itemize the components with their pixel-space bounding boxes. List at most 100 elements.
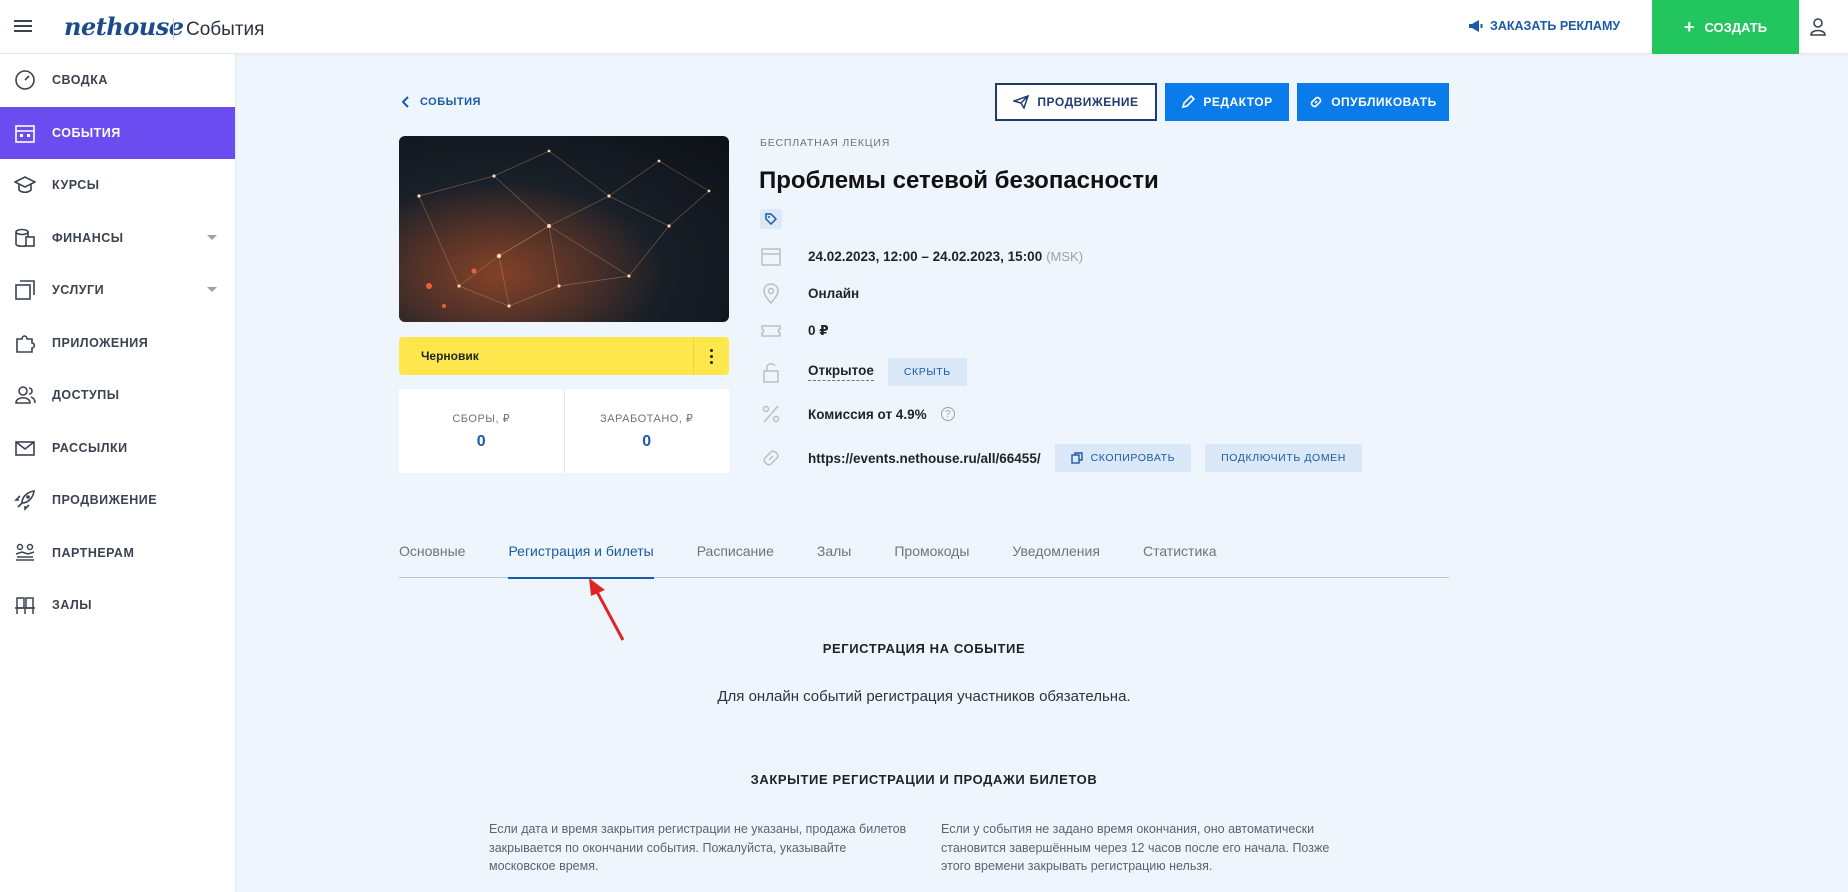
event-location-row: Онлайн — [760, 282, 859, 304]
tab-registration-tickets[interactable]: Регистрация и билеты — [508, 537, 654, 579]
dashboard-icon — [15, 70, 35, 91]
status-dropdown[interactable]: Черновик — [399, 337, 729, 375]
order-ad-label: ЗАКАЗАТЬ РЕКЛАМУ — [1490, 19, 1621, 33]
calendar-icon — [761, 248, 781, 266]
user-icon[interactable] — [1808, 17, 1828, 37]
sidebar-item-label: КУРСЫ — [52, 178, 100, 193]
publish-label: ОПУБЛИКОВАТЬ — [1331, 95, 1437, 109]
sidebar-item-label: СОБЫТИЯ — [52, 125, 121, 140]
paper-plane-icon — [1013, 95, 1030, 109]
sidebar-item-services[interactable]: УСЛУГИ — [0, 264, 235, 317]
mail-icon — [15, 440, 35, 456]
sidebar-item-label: РАССЫЛКИ — [52, 440, 128, 455]
ticket-icon — [761, 325, 781, 337]
tab-schedule[interactable]: Расписание — [697, 537, 774, 578]
sidebar-item-access[interactable]: ДОСТУПЫ — [0, 369, 235, 422]
logo[interactable]: nethouse — [64, 12, 184, 41]
users-icon — [15, 386, 36, 405]
closing-heading: ЗАКРЫТИЕ РЕГИСТРАЦИИ И ПРОДАЖИ БИЛЕТОВ — [750, 772, 1098, 787]
network-illustration — [399, 136, 729, 322]
sidebar: СВОДКА СОБЫТИЯ КУРСЫ ФИНАНСЫ УСЛУГИ ПРИЛ… — [0, 54, 236, 892]
event-url[interactable]: https://events.nethouse.ru/all/66455/ — [808, 451, 1041, 466]
handshake-icon — [15, 543, 35, 561]
unlock-icon — [763, 363, 779, 383]
event-visibility[interactable]: Открытое — [808, 363, 874, 381]
rocket-icon — [14, 490, 35, 512]
connect-domain-button[interactable]: ПОДКЛЮЧИТЬ ДОМЕН — [1205, 444, 1362, 472]
puzzle-icon — [16, 334, 36, 353]
event-timezone: (MSK) — [1046, 248, 1084, 264]
sidebar-item-apps[interactable]: ПРИЛОЖЕНИЯ — [0, 317, 235, 370]
order-ad-link[interactable]: ЗАКАЗАТЬ РЕКЛАМУ — [1468, 19, 1620, 33]
chevron-down-icon — [207, 234, 217, 240]
back-label: СОБЫТИЯ — [420, 96, 481, 108]
closing-note-left: Если дата и время закрытия регистрации н… — [489, 822, 907, 873]
sidebar-item-label: ПРОДВИЖЕНИЕ — [52, 493, 158, 508]
stat-label: ЗАРАБОТАНО, ₽ — [600, 412, 694, 425]
tab-halls[interactable]: Залы — [817, 537, 851, 578]
stat-value: 0 — [476, 432, 486, 450]
top-header: nethouse События ЗАКАЗАТЬ РЕКЛАМУ + СОЗД… — [0, 0, 1848, 54]
location-pin-icon — [763, 283, 779, 304]
create-button[interactable]: + СОЗДАТЬ — [1652, 0, 1799, 54]
editor-label: РЕДАКТОР — [1203, 95, 1273, 109]
sidebar-item-label: ПРИЛОЖЕНИЯ — [52, 335, 149, 350]
megaphone-icon — [1469, 20, 1483, 32]
sidebar-item-promotion[interactable]: ПРОДВИЖЕНИЕ — [0, 474, 235, 527]
sidebar-item-events[interactable]: СОБЫТИЯ — [0, 106, 235, 159]
sidebar-item-summary[interactable]: СВОДКА — [0, 54, 235, 107]
event-location: Онлайн — [808, 285, 860, 301]
promotion-button[interactable]: ПРОДВИЖЕНИЕ — [995, 83, 1157, 121]
tab-statistics[interactable]: Статистика — [1143, 537, 1217, 578]
event-visibility-row: Открытое СКРЫТЬ — [760, 358, 967, 386]
create-label: СОЗДАТЬ — [1704, 19, 1768, 35]
sidebar-item-courses[interactable]: КУРСЫ — [0, 159, 235, 212]
publish-button[interactable]: ОПУБЛИКОВАТЬ — [1297, 83, 1449, 121]
editor-button[interactable]: РЕДАКТОР — [1165, 83, 1289, 121]
tab-promocodes[interactable]: Промокоды — [894, 537, 969, 578]
back-to-events-link[interactable]: СОБЫТИЯ — [402, 96, 481, 108]
sidebar-item-partners[interactable]: ПАРТНЕРАМ — [0, 527, 235, 580]
registration-heading: РЕГИСТРАЦИЯ НА СОБЫТИЕ — [822, 641, 1026, 656]
annotation-arrow — [589, 578, 625, 641]
percent-icon — [762, 405, 780, 423]
event-tabs: Основные Регистрация и билеты Расписание… — [399, 537, 1449, 579]
seats-icon — [15, 597, 35, 615]
event-cover-image[interactable] — [399, 136, 729, 322]
event-url-row: https://events.nethouse.ru/all/66455/ СК… — [760, 444, 1362, 472]
copy-button[interactable]: СКОПИРОВАТЬ — [1054, 444, 1192, 472]
copy-icon — [1070, 452, 1083, 464]
help-icon[interactable]: ? — [940, 407, 955, 421]
sidebar-item-label: СВОДКА — [52, 73, 108, 88]
stat-label: СБОРЫ, ₽ — [452, 412, 511, 425]
event-price: 0 ₽ — [808, 323, 829, 338]
copy-label: СКОПИРОВАТЬ — [1090, 452, 1176, 464]
menu-icon[interactable] — [14, 17, 32, 37]
registration-text: Для онлайн событий регистрация участнико… — [717, 688, 1131, 705]
plus-icon: + — [1683, 17, 1695, 37]
sidebar-item-label: УСЛУГИ — [52, 283, 105, 298]
promotion-label: ПРОДВИЖЕНИЕ — [1037, 95, 1139, 109]
event-date-row: 24.02.2023, 12:00 – 24.02.2023, 15:00 (M… — [760, 245, 1083, 267]
hide-button[interactable]: СКРЫТЬ — [887, 358, 967, 386]
status-label: Черновик — [421, 349, 479, 363]
chevron-down-icon — [207, 287, 217, 292]
tab-main[interactable]: Основные — [399, 537, 465, 578]
more-vertical-icon[interactable] — [693, 337, 729, 375]
event-type: БЕСПЛАТНАЯ ЛЕКЦИЯ — [760, 137, 891, 149]
link-icon — [1310, 96, 1322, 108]
sidebar-item-mailings[interactable]: РАССЫЛКИ — [0, 422, 235, 475]
event-commission: Комиссия от 4.9% — [808, 406, 927, 422]
sidebar-item-finance[interactable]: ФИНАНСЫ — [0, 212, 235, 265]
sidebar-item-label: ДОСТУПЫ — [52, 388, 120, 403]
event-datetime: 24.02.2023, 12:00 – 24.02.2023, 15:00 — [808, 248, 1043, 264]
chevron-left-icon — [402, 96, 409, 108]
tab-notifications[interactable]: Уведомления — [1012, 537, 1100, 578]
stat-earned: ЗАРАБОТАНО, ₽ 0 — [563, 389, 730, 473]
sidebar-item-halls[interactable]: ЗАЛЫ — [0, 579, 235, 632]
tag-icon[interactable] — [760, 209, 782, 229]
stat-collected: СБОРЫ, ₽ 0 — [399, 389, 564, 473]
event-commission-row: Комиссия от 4.9% ? — [760, 403, 955, 425]
divider — [173, 18, 174, 40]
pencil-icon — [1182, 95, 1196, 109]
